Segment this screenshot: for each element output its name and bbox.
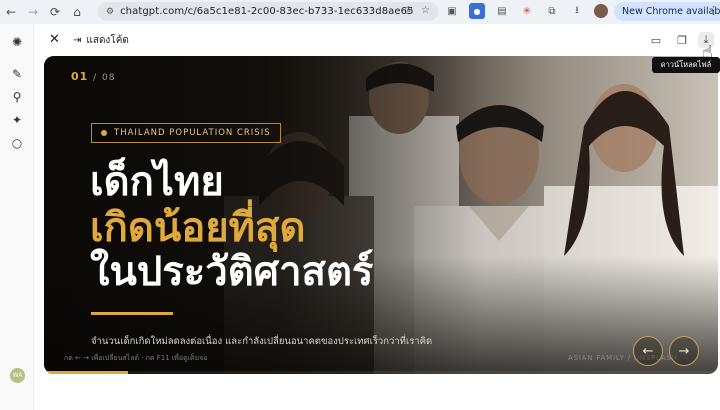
reload-icon[interactable]: ⟳: [44, 0, 66, 24]
arrow-left-icon: ←: [642, 343, 654, 359]
bookmark-star-icon[interactable]: ☆: [421, 5, 430, 16]
notes-extension-icon[interactable]: ▤: [494, 3, 510, 19]
openai-logo-icon[interactable]: ✺: [9, 34, 25, 50]
slide-progress-fill: [44, 371, 129, 374]
extensions-row: ▣ ● ▤ ✳ ⧉ ⭳: [444, 3, 608, 19]
blue-extension-icon[interactable]: ●: [469, 3, 485, 19]
copy-icon[interactable]: ❐: [674, 32, 690, 48]
chrome-menu-icon[interactable]: ⋮: [708, 4, 719, 17]
headline-line-3: ในประวัติศาสตร์: [90, 249, 374, 295]
close-icon[interactable]: ✕: [49, 32, 60, 47]
next-slide-button[interactable]: →: [669, 336, 699, 366]
chat-bubble-icon[interactable]: ○: [9, 135, 25, 151]
show-code-button[interactable]: ⇥ แสดงโค้ด: [73, 33, 129, 48]
panel-toggle-icon: ⇥: [73, 35, 82, 46]
canvas-header: ✕ ⇥ แสดงโค้ด ▭ ❐ ⤓: [35, 24, 720, 56]
headline-line-1: เด็กไทย: [90, 159, 224, 205]
current-slide-number: 01: [71, 70, 89, 83]
headline-line-2: เกิดน้อยที่สุด: [90, 205, 306, 251]
arrow-right-icon: →: [678, 343, 690, 359]
preview-icon[interactable]: ▭: [648, 32, 664, 48]
red-extension-icon[interactable]: ✳: [519, 3, 535, 19]
accent-divider: [91, 312, 173, 315]
update-chrome-button[interactable]: New Chrome available: [614, 2, 720, 21]
site-settings-icon[interactable]: ⚙: [106, 7, 114, 17]
topic-badge: THAILAND POPULATION CRISIS: [91, 123, 281, 143]
pin-icon[interactable]: ✦: [9, 112, 25, 128]
keyboard-hint: กด ← → เพื่อเปลี่ยนสไลด์ · กด F11 เพื่อด…: [64, 354, 208, 362]
badge-dot-icon: [101, 130, 107, 136]
puzzle-extensions-icon[interactable]: ⧉: [544, 3, 560, 19]
new-chat-icon[interactable]: ✎: [9, 66, 25, 82]
url-text: chatgpt.com/c/6a5c1e81-2c00-83ec-b733-1e…: [120, 6, 414, 17]
forward-icon[interactable]: →: [22, 0, 44, 24]
total-slides-number: 08: [102, 73, 116, 83]
chat-sidebar: ✺ ✎ ⚲ ✦ ○ WA: [0, 24, 34, 410]
home-icon[interactable]: ⌂: [66, 0, 88, 24]
slide-subtitle: จำนวนเด็กเกิดใหม่ลดลงต่อเนื่อง และกำลังเ…: [91, 336, 433, 347]
user-avatar[interactable]: WA: [10, 368, 25, 383]
slide-counter: 01 / 08: [71, 70, 116, 83]
slide-progress-bar: [44, 371, 718, 374]
address-bar[interactable]: ⚙ chatgpt.com/c/6a5c1e81-2c00-83ec-b733-…: [98, 2, 438, 21]
slide-counter-separator: /: [93, 73, 98, 83]
hand-cursor-icon: ☝: [702, 42, 713, 63]
lens-icon[interactable]: ◎: [404, 5, 413, 16]
profile-avatar-icon[interactable]: [594, 4, 608, 18]
back-icon[interactable]: ←: [0, 0, 22, 24]
show-code-label: แสดงโค้ด: [86, 35, 129, 46]
previous-slide-button[interactable]: ←: [633, 336, 663, 366]
downloads-icon[interactable]: ⭳: [569, 3, 585, 19]
search-icon[interactable]: ⚲: [9, 89, 25, 105]
camera-extension-icon[interactable]: ▣: [444, 3, 460, 19]
presentation-slide: 01 / 08 THAILAND POPULATION CRISIS เด็กไ…: [44, 56, 718, 374]
topic-badge-label: THAILAND POPULATION CRISIS: [114, 128, 271, 138]
